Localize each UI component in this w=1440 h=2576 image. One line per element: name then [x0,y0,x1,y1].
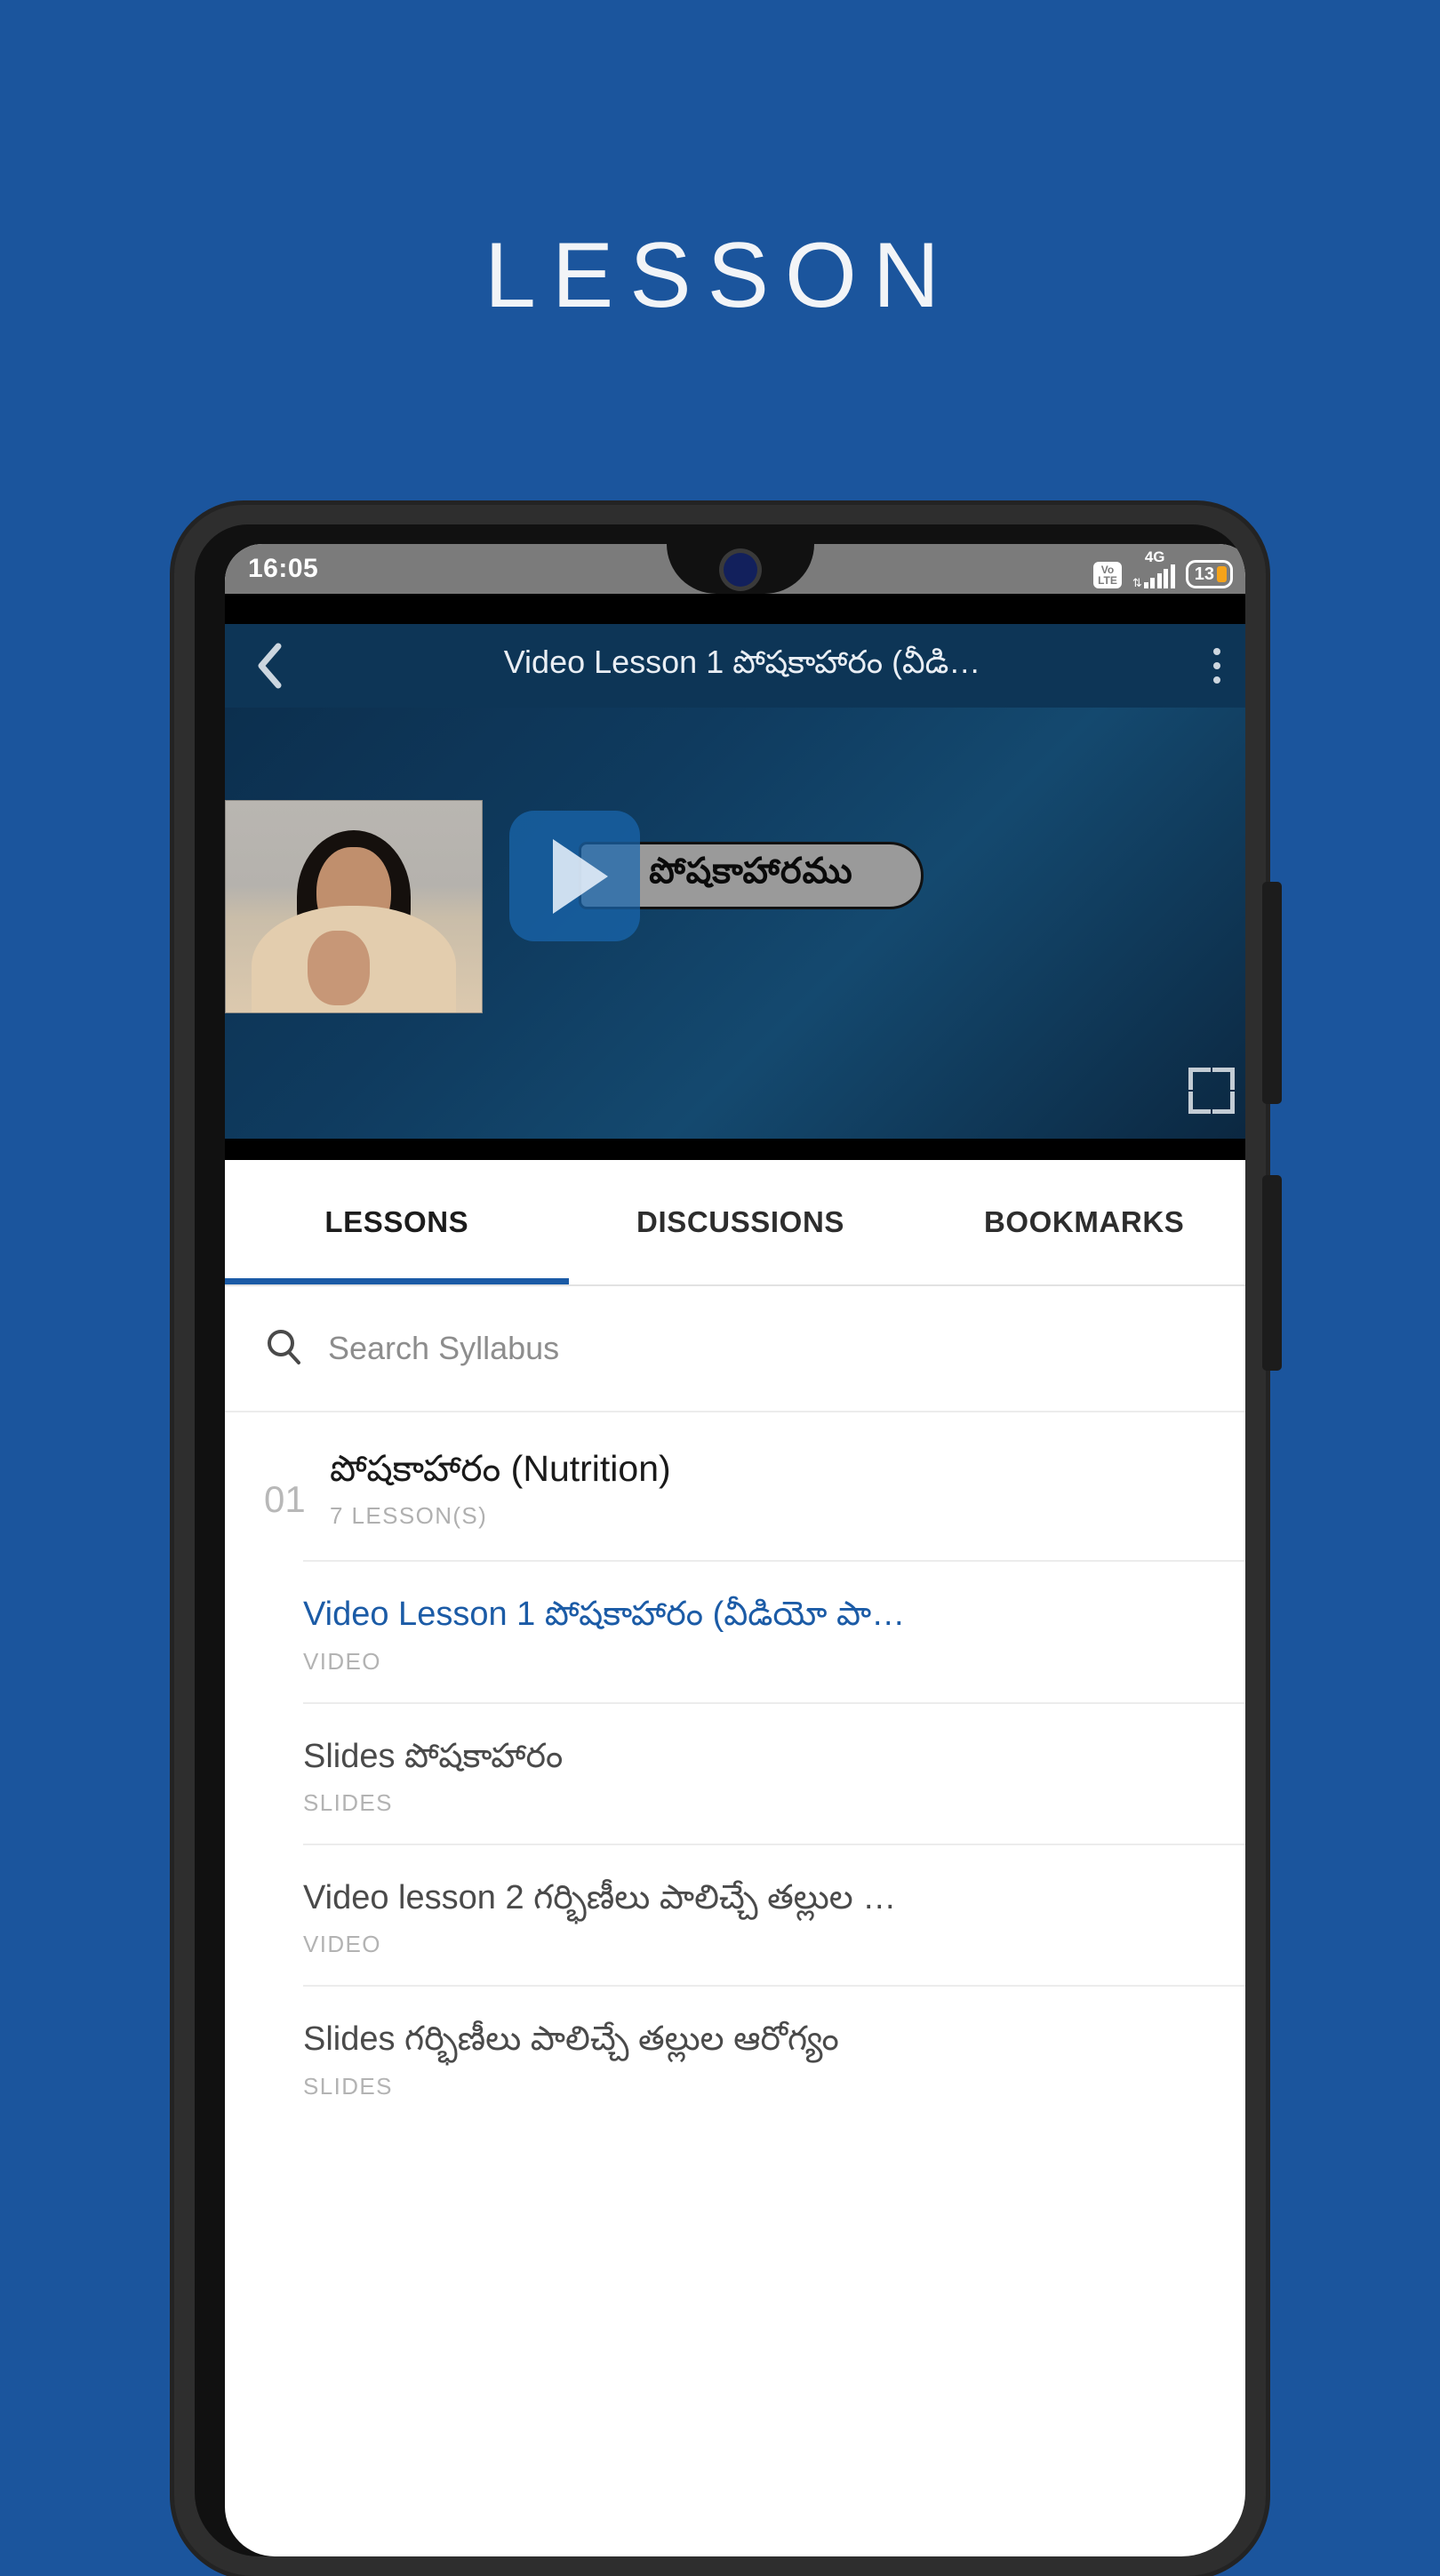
search-icon [264,1327,303,1371]
section-title: పోషకాహారం (Nutrition) [330,1448,671,1489]
battery-level-label: 13 [1194,564,1214,584]
search-bar[interactable]: Search Syllabus [225,1286,1245,1412]
status-bar-clock: 16:05 [248,554,319,583]
play-icon[interactable] [509,811,640,941]
app-bar-title: Video Lesson 1 పోషకాహారం (వీడి… [503,643,981,680]
status-bar-icons: Vo LTE 4G ⇅ 13 [1093,548,1233,588]
section-lesson-count: 7 LESSON(S) [330,1502,488,1530]
signal-icon: 4G ⇅ [1132,548,1175,588]
video-player[interactable]: పోషకాహారము [225,708,1245,1139]
lesson-title: Video Lesson 1 పోషకాహారం (వీడియో పా… [303,1596,906,1634]
tab-discussions[interactable]: DISCUSSIONS [569,1160,913,1284]
signal-bars-icon [1143,564,1175,588]
section-body: పోషకాహారం (Nutrition) 7 LESSON(S) [330,1446,1217,1530]
play-triangle [552,838,608,914]
lesson-type: SLIDES [303,1788,393,1816]
list-item[interactable]: Slides గర్భిణీలు పాలిచ్చే తల్లుల ఆరోగ్యం… [303,1985,1245,2127]
tab-bar: LESSONS DISCUSSIONS BOOKMARKS [225,1160,1245,1286]
volume-button[interactable] [1262,882,1282,1104]
tab-bookmarks[interactable]: BOOKMARKS [912,1160,1245,1284]
app-bar: Video Lesson 1 పోషకాహారం (వీడి… [225,624,1245,708]
power-button[interactable] [1262,1175,1282,1371]
phone-bezel: 16:05 Vo LTE 4G ⇅ 13 Video Lesson 1 పోషక… [195,524,1245,2556]
phone-screen: 16:05 Vo LTE 4G ⇅ 13 Video Lesson 1 పోషక… [225,544,1245,2556]
volte-icon: Vo LTE [1093,561,1122,588]
battery-cap [1217,565,1227,582]
lesson-title: Slides పోషకాహారం [303,1737,564,1775]
network-type-label: 4G [1144,548,1165,565]
player-bottom-bar [225,1139,1245,1160]
status-bar: 16:05 Vo LTE 4G ⇅ 13 [225,544,1245,594]
back-icon[interactable] [246,641,294,691]
list-item[interactable]: Slides పోషకాహారం SLIDES [303,1701,1245,1844]
screen-black-gap [225,594,1245,624]
lesson-title: Slides గర్భిణీలు పాలిచ్చే తల్లుల ఆరోగ్యం [303,2020,839,2059]
volte-icon-top: Vo [1100,563,1115,576]
list-item[interactable]: Video Lesson 1 పోషకాహారం (వీడియో పా… VID… [303,1560,1245,1702]
section-number: 01 [264,1478,306,1520]
phone-mockup: 16:05 Vo LTE 4G ⇅ 13 Video Lesson 1 పోషక… [174,505,1266,2576]
data-transfer-icon: ⇅ [1132,575,1142,589]
signal-bars-row: ⇅ [1132,564,1175,588]
lesson-type: VIDEO [303,1647,381,1675]
lesson-type: VIDEO [303,1931,381,1958]
presenter-hand [307,931,370,1005]
presenter-thumbnail [225,800,483,1013]
syllabus-section-header[interactable]: 01 పోషకాహారం (Nutrition) 7 LESSON(S) [225,1412,1245,1561]
battery-icon: 13 [1185,559,1233,588]
fullscreen-icon[interactable] [1188,1068,1235,1114]
tab-lessons[interactable]: LESSONS [225,1160,569,1284]
video-caption-text: పోషకాహారము [649,851,853,891]
list-item[interactable]: Video lesson 2 గర్భిణీలు పాలిచ్చే తల్లుల… [303,1843,1245,1986]
volte-icon-bottom: LTE [1098,573,1117,587]
camera-notch [667,544,814,594]
page-title: LESSON [484,224,956,327]
front-camera-icon [724,553,757,587]
tab-active-indicator [225,1278,569,1284]
lesson-type: SLIDES [303,2072,393,2100]
more-vertical-icon[interactable] [1199,648,1235,684]
search-input[interactable]: Search Syllabus [328,1330,559,1367]
lesson-title: Video lesson 2 గర్భిణీలు పాలిచ్చే తల్లుల… [303,1878,897,1916]
